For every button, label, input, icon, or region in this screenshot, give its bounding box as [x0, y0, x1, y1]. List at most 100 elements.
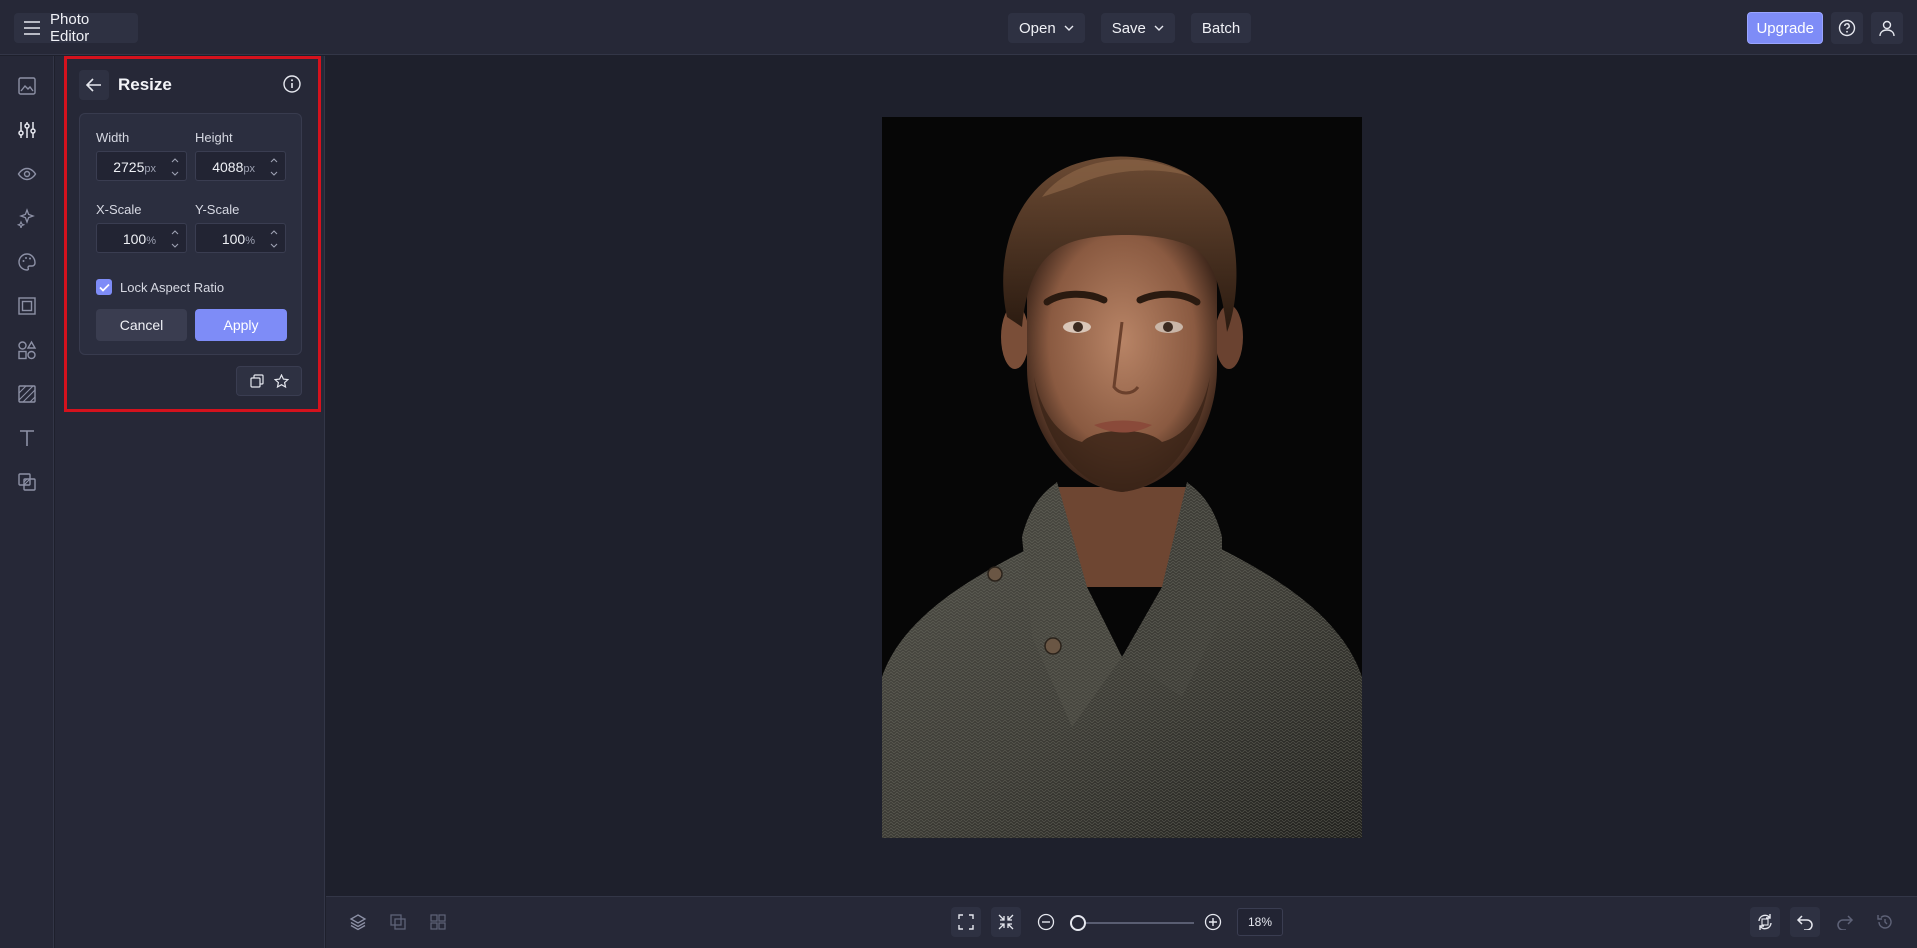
batch-button[interactable]: Batch [1190, 13, 1252, 43]
cancel-button[interactable]: Cancel [96, 309, 187, 341]
rail-image[interactable] [11, 70, 43, 102]
width-stepper [168, 154, 182, 180]
zoom-percentage[interactable]: 18% [1237, 908, 1283, 936]
rail-textures[interactable] [11, 378, 43, 410]
chevron-up-icon [171, 158, 179, 163]
chevron-down-icon [270, 243, 278, 248]
text-icon [17, 428, 37, 448]
sparkle-effects-icon [17, 208, 37, 228]
redo-icon [1836, 914, 1854, 930]
xscale-input[interactable]: 100% [96, 223, 187, 253]
width-increment[interactable] [168, 154, 182, 167]
save-label: Save [1111, 19, 1146, 37]
image-icon [17, 76, 37, 96]
tool-rail [0, 56, 54, 948]
xscale-label: X-Scale [96, 202, 142, 217]
refresh-icon [1756, 913, 1774, 931]
zoom-slider-thumb[interactable] [1070, 915, 1086, 931]
eye-icon [17, 164, 37, 184]
help-button[interactable] [1831, 12, 1863, 44]
rail-graphics[interactable] [11, 334, 43, 366]
rail-adjust[interactable] [11, 114, 43, 146]
lock-aspect-ratio-label: Lock Aspect Ratio [120, 279, 225, 295]
yscale-label: Y-Scale [195, 202, 240, 217]
panel-title: Resize [118, 75, 172, 94]
rail-frames[interactable] [11, 290, 43, 322]
hamburger-icon [24, 21, 40, 35]
yscale-increment[interactable] [267, 226, 281, 239]
photo-canvas[interactable] [882, 117, 1362, 838]
upgrade-button[interactable]: Upgrade [1747, 12, 1823, 44]
panel-footer-actions [236, 366, 302, 396]
chevron-down-icon [1064, 25, 1074, 31]
height-decrement[interactable] [267, 167, 281, 180]
width-input[interactable]: 2725px [96, 151, 187, 181]
xscale-increment[interactable] [168, 226, 182, 239]
copy-settings-icon[interactable] [249, 374, 264, 388]
apply-button[interactable]: Apply [195, 309, 287, 341]
zoom-slider-track[interactable] [1076, 922, 1194, 924]
actual-size-button[interactable] [991, 907, 1021, 937]
back-button[interactable] [79, 70, 109, 100]
rail-overlays[interactable] [11, 466, 43, 498]
compare-button[interactable] [383, 907, 413, 937]
check-icon [96, 279, 112, 295]
height-label: Height [195, 130, 233, 145]
portrait-photo [882, 117, 1362, 838]
palette-icon [17, 252, 37, 272]
yscale-input[interactable]: 100% [195, 223, 286, 253]
reset-button[interactable] [1750, 907, 1780, 937]
grid-button[interactable] [423, 907, 453, 937]
compare-overlay-icon [389, 913, 407, 931]
xscale-decrement[interactable] [168, 239, 182, 252]
rail-paint[interactable] [11, 246, 43, 278]
info-button[interactable] [282, 74, 304, 96]
help-circle-icon [1838, 19, 1856, 37]
zoom-out-button[interactable] [1031, 907, 1061, 937]
fit-screen-button[interactable] [951, 907, 981, 937]
graphics-shapes-icon [17, 340, 37, 360]
height-stepper [267, 154, 281, 180]
account-button[interactable] [1871, 12, 1903, 44]
zoom-in-button[interactable] [1198, 907, 1228, 937]
yscale-value: 100 [221, 231, 246, 247]
shrink-icon [998, 914, 1014, 930]
rail-view[interactable] [11, 158, 43, 190]
height-input[interactable]: 4088px [195, 151, 286, 181]
app-menu-button[interactable]: Photo Editor [14, 11, 138, 45]
history-button[interactable] [1870, 907, 1900, 937]
rail-effects[interactable] [11, 202, 43, 234]
chevron-down-icon [270, 171, 278, 176]
open-button[interactable]: Open [1008, 13, 1085, 43]
yscale-decrement[interactable] [267, 239, 281, 252]
width-unit: px [144, 163, 156, 175]
account-actions: Upgrade [1747, 12, 1903, 44]
height-value: 4088 [212, 159, 244, 175]
width-decrement[interactable] [168, 167, 182, 180]
rail-text[interactable] [11, 422, 43, 454]
chevron-up-icon [270, 158, 278, 163]
height-unit: px [243, 163, 255, 175]
height-increment[interactable] [267, 154, 281, 167]
layers-button[interactable] [343, 907, 373, 937]
xscale-stepper [168, 226, 182, 252]
lock-aspect-ratio-checkbox[interactable]: Lock Aspect Ratio [96, 279, 224, 295]
canvas-area[interactable] [326, 56, 1917, 896]
zoom-in-icon [1204, 913, 1222, 931]
width-value: 2725 [113, 159, 145, 175]
textures-icon [17, 384, 37, 404]
undo-button[interactable] [1790, 907, 1820, 937]
info-icon [282, 74, 304, 94]
chevron-down-icon [171, 243, 179, 248]
resize-card: Width Height 2725px 4088px X-Scale Y-Sca… [79, 113, 302, 355]
open-label: Open [1019, 19, 1056, 37]
resize-panel: Resize Width Height 2725px 4088px X-Scal… [55, 56, 325, 948]
chevron-up-icon [270, 230, 278, 235]
yscale-unit: % [245, 235, 255, 247]
xscale-value: 100 [122, 231, 147, 247]
save-button[interactable]: Save [1100, 13, 1175, 43]
star-favorite-icon[interactable] [273, 373, 289, 389]
undo-icon [1796, 914, 1814, 930]
adjust-sliders-icon [17, 120, 37, 140]
redo-button[interactable] [1830, 907, 1860, 937]
